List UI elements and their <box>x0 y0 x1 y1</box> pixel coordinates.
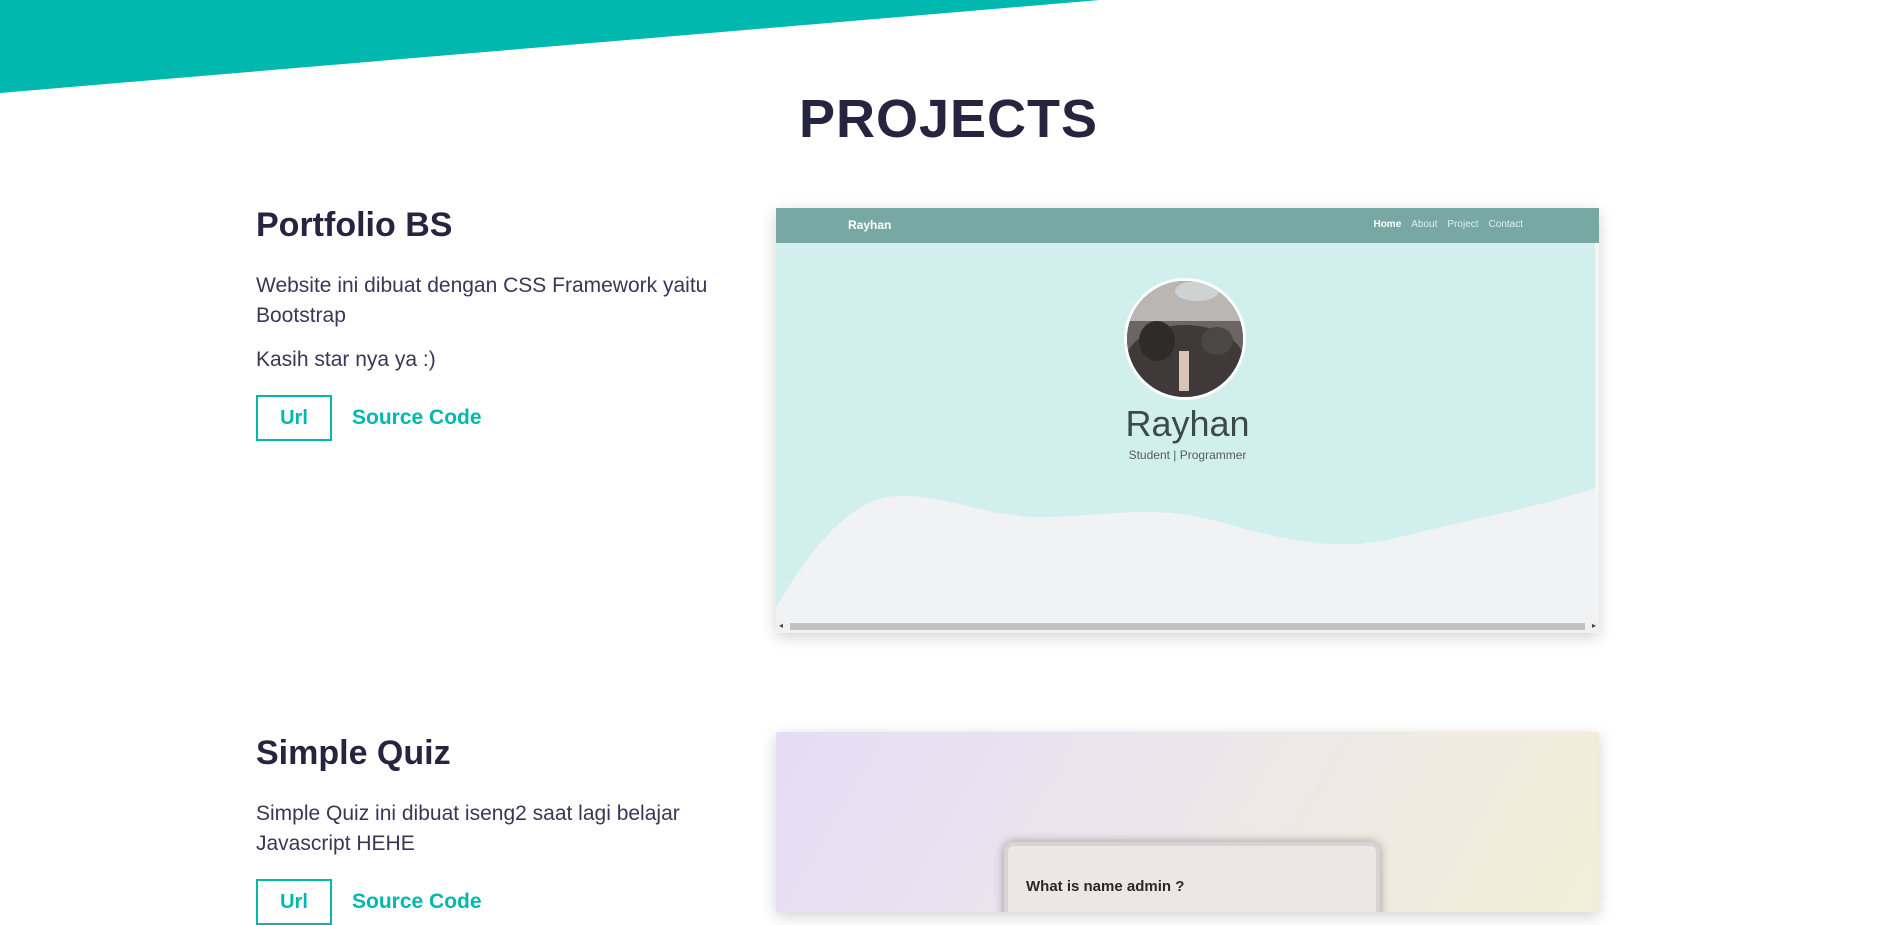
project-title: Portfolio BS <box>256 206 453 244</box>
project-card-simple-quiz: Simple Quiz Simple Quiz ini dibuat iseng… <box>256 734 716 925</box>
project-title: Simple Quiz <box>256 734 451 772</box>
preview-role: Student | Programmer <box>1128 448 1247 462</box>
quiz-card: What is name admin ? <box>1004 842 1380 912</box>
preview-avatar <box>1124 278 1246 400</box>
scroll-left-icon: ◂ <box>779 621 784 630</box>
project-description: Simple Quiz ini dibuat iseng2 saat lagi … <box>256 802 680 855</box>
project-actions: Url Source Code <box>256 879 716 925</box>
header-banner <box>0 0 1100 93</box>
preview-navbar: Rayhan Home About Project Contact <box>776 208 1599 243</box>
preview-brand: Rayhan <box>848 218 892 232</box>
section-title: PROJECTS <box>798 89 1099 149</box>
project-note: Kasih star nya ya :) <box>256 348 436 371</box>
project-card-portfolio-bs: Portfolio BS Website ini dibuat dengan C… <box>256 206 716 441</box>
preview-nav-menu: Home About Project Contact <box>1373 219 1523 230</box>
scrollbar-thumb <box>790 623 1585 630</box>
source-code-link[interactable]: Source Code <box>352 406 482 430</box>
preview-name: Rayhan <box>1125 403 1250 444</box>
project-description: Website ini dibuat dengan CSS Framework … <box>256 274 708 327</box>
preview-nav-contact: Contact <box>1488 219 1523 230</box>
preview-nav-about: About <box>1411 219 1438 230</box>
source-code-link[interactable]: Source Code <box>352 890 482 914</box>
quiz-question: What is name admin ? <box>1026 878 1185 895</box>
scroll-right-icon: ▸ <box>1591 621 1596 630</box>
url-button[interactable]: Url <box>256 879 332 925</box>
preview-vertical-scrollbar <box>1595 243 1599 619</box>
preview-horizontal-scrollbar: ◂ ▸ <box>776 619 1599 633</box>
quiz-preview-image[interactable]: What is name admin ? <box>776 732 1599 912</box>
preview-nav-project: Project <box>1447 219 1479 230</box>
avatar-photo <box>1127 281 1243 397</box>
url-button[interactable]: Url <box>256 395 332 441</box>
preview-nav-home: Home <box>1373 219 1402 230</box>
project-actions: Url Source Code <box>256 395 716 441</box>
portfolio-preview-image[interactable]: Rayhan Home About Project Contact Rayhan… <box>776 208 1599 633</box>
